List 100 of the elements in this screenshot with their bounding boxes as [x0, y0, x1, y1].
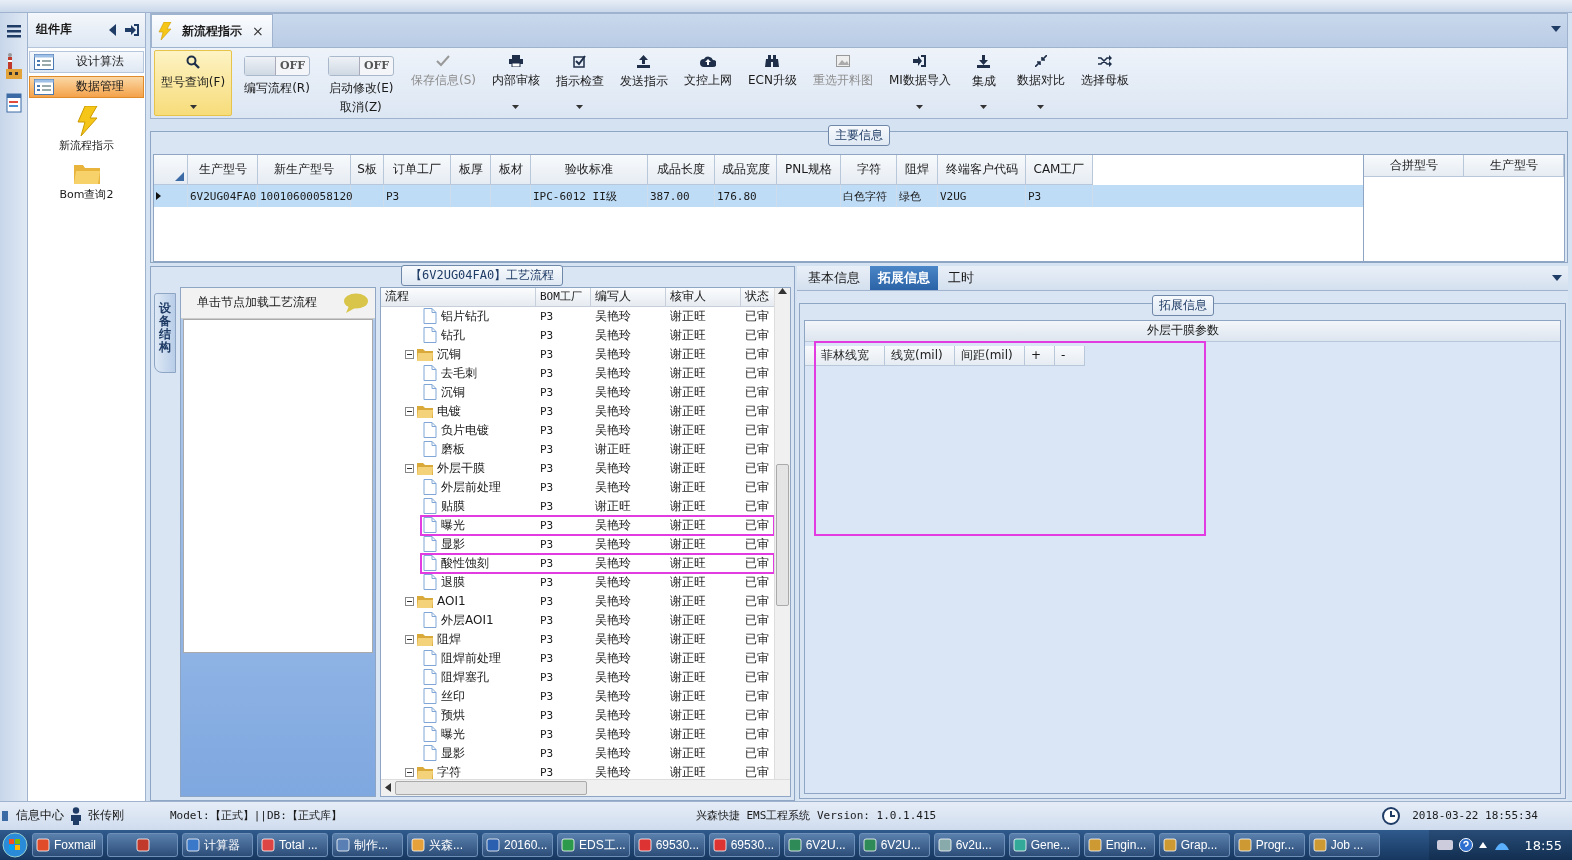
toggle-switch[interactable]: OFF — [244, 56, 310, 77]
table-cell-text: 谢正旺 — [669, 516, 707, 534]
tab[interactable]: 工时 — [940, 265, 982, 290]
taskbar-button[interactable]: Engin... — [1083, 833, 1155, 857]
taskbar-button[interactable]: Job ... — [1308, 833, 1380, 857]
tree-node[interactable]: 曝光 — [440, 725, 466, 743]
factory-icon[interactable] — [4, 52, 23, 79]
toolbar-button[interactable]: 数据对比 — [1011, 50, 1070, 117]
tab[interactable]: 拓展信息 — [870, 265, 938, 290]
column-header: 线宽(mil) — [885, 345, 955, 366]
tree-node[interactable]: 退膜 — [440, 573, 466, 591]
tree-node[interactable]: 显影 — [440, 535, 466, 553]
taskbar-button[interactable]: Foxmail — [32, 833, 103, 857]
scroll-left-icon[interactable] — [385, 783, 391, 793]
sidebar-item[interactable]: 数据管理 — [29, 75, 144, 98]
tree-node[interactable]: 酸性蚀刻 — [440, 554, 490, 572]
taskbar-button[interactable]: Progr... — [1233, 833, 1305, 857]
column-header: 成品宽度 — [715, 155, 777, 186]
tree-node[interactable]: AOI1 — [436, 594, 467, 609]
taskbar-button[interactable]: 69530... — [633, 833, 705, 857]
collapse-icon[interactable] — [405, 767, 414, 777]
toolbar-button[interactable]: 型号查询(F) — [154, 50, 232, 117]
toolbar-button[interactable]: 内部审核 — [487, 50, 545, 117]
toolbar-button[interactable]: ECN升级 — [743, 50, 802, 117]
keyboard-icon[interactable] — [1436, 839, 1453, 851]
tree-node[interactable]: 阻焊 — [436, 630, 462, 648]
taskbar-button[interactable]: 计算器 — [182, 833, 253, 857]
taskbar-button[interactable]: 制作... — [332, 833, 403, 857]
folder-icon — [417, 461, 433, 476]
vertical-tab[interactable]: 设备结构 — [154, 292, 176, 373]
toolbar-button[interactable]: 文控上网 — [679, 50, 737, 117]
tree-node[interactable]: 字符 — [436, 763, 462, 779]
toggle-switch[interactable]: OFF — [328, 56, 394, 77]
clock-time[interactable]: 18:55 — [1524, 837, 1562, 853]
start-icon[interactable] — [2, 832, 28, 858]
table-cell-text: 吴艳玲 — [594, 516, 632, 534]
table-cell-text: 已审 — [744, 383, 770, 401]
close-button[interactable]: × — [252, 23, 264, 40]
table-cell: 387.00 — [648, 185, 715, 208]
taskbar-button[interactable]: 20160... — [482, 833, 553, 857]
taskbar-button[interactable]: 6V2U... — [858, 833, 930, 857]
taskbar-button[interactable]: Gene... — [1008, 833, 1080, 857]
tree-node[interactable]: 预烘 — [440, 706, 466, 724]
tree-node[interactable]: 钻孔 — [440, 326, 466, 344]
tree-node[interactable]: 曝光 — [440, 516, 466, 534]
shortcut-item[interactable]: Bom查询2 — [28, 160, 145, 202]
tree-node[interactable]: 磨板 — [440, 440, 466, 458]
collapse-icon[interactable] — [405, 349, 414, 359]
taskbar-button[interactable]: 6V2U... — [783, 833, 855, 857]
scroll-up-icon[interactable] — [778, 287, 787, 294]
taskbar-button[interactable]: EDS工... — [557, 833, 630, 857]
window-icon[interactable] — [5, 92, 22, 115]
tree-node[interactable]: 贴膜 — [440, 497, 466, 515]
shortcut-item[interactable]: 新流程指示 — [28, 105, 145, 153]
toolbar-button[interactable]: 集成 — [961, 50, 1006, 117]
collapse-icon[interactable] — [405, 596, 414, 606]
app-icon — [261, 838, 275, 852]
taskbar-button[interactable] — [107, 833, 178, 857]
tree-node[interactable]: 电镀 — [436, 402, 462, 420]
cloud-icon — [700, 55, 716, 68]
tree-node[interactable]: 负片电镀 — [440, 421, 490, 439]
sign-in-icon[interactable] — [125, 23, 139, 36]
column-header: PNL规格 — [777, 155, 841, 186]
tree-node[interactable]: 沉铜 — [440, 383, 466, 401]
help-icon[interactable] — [1458, 838, 1473, 852]
menu-icon[interactable] — [6, 22, 21, 39]
document-tab[interactable]: 新流程指示 × — [151, 14, 273, 48]
collapse-icon[interactable] — [405, 634, 414, 644]
column-header: 流程 — [381, 287, 536, 307]
dropdown-arrow-icon[interactable] — [1552, 274, 1562, 281]
toolbar-button[interactable]: 发送指示 — [615, 50, 673, 117]
collapse-icon[interactable] — [405, 463, 414, 473]
tree-node[interactable]: 阻焊前处理 — [440, 649, 502, 667]
tree-node[interactable]: 去毛刺 — [440, 364, 478, 382]
tree-node[interactable]: 阻焊塞孔 — [440, 668, 490, 686]
toolbar-button[interactable]: 指示检查 — [551, 50, 609, 117]
collapse-left-icon[interactable] — [109, 23, 117, 36]
scrollbar-thumb[interactable] — [776, 463, 789, 606]
scrollbar-thumb[interactable] — [395, 780, 587, 795]
tree-node[interactable]: 丝印 — [440, 687, 466, 705]
taskbar-button[interactable]: 6v2u... — [933, 833, 1005, 857]
collapse-icon[interactable] — [405, 406, 414, 416]
tab[interactable]: 基本信息 — [800, 265, 868, 290]
taskbar-button[interactable]: 69530... — [708, 833, 780, 857]
taskbar-button[interactable]: Grap... — [1158, 833, 1230, 857]
app-icon — [1087, 838, 1102, 852]
tree-node[interactable]: 外层前处理 — [440, 478, 502, 496]
tree-node[interactable]: 外层干膜 — [436, 459, 486, 477]
toolbar-button[interactable]: 选择母板 — [1075, 50, 1134, 117]
toolbar-button[interactable]: MI数据导入 — [883, 50, 956, 117]
taskbar-button[interactable]: Total ... — [257, 833, 328, 857]
taskbar-button[interactable]: 兴森... — [407, 833, 478, 857]
dropdown-arrow-icon[interactable] — [1551, 25, 1561, 32]
tree-node[interactable]: 显影 — [440, 744, 466, 762]
tree-node[interactable]: 铝片钻孔 — [440, 307, 490, 325]
tree-node[interactable]: 外层AOI1 — [440, 611, 495, 629]
caret-up-icon[interactable] — [1478, 842, 1487, 848]
document-icon — [423, 669, 437, 686]
tree-node[interactable]: 沉铜 — [436, 345, 462, 363]
sidebar-item[interactable]: 设计算法 — [29, 50, 144, 73]
